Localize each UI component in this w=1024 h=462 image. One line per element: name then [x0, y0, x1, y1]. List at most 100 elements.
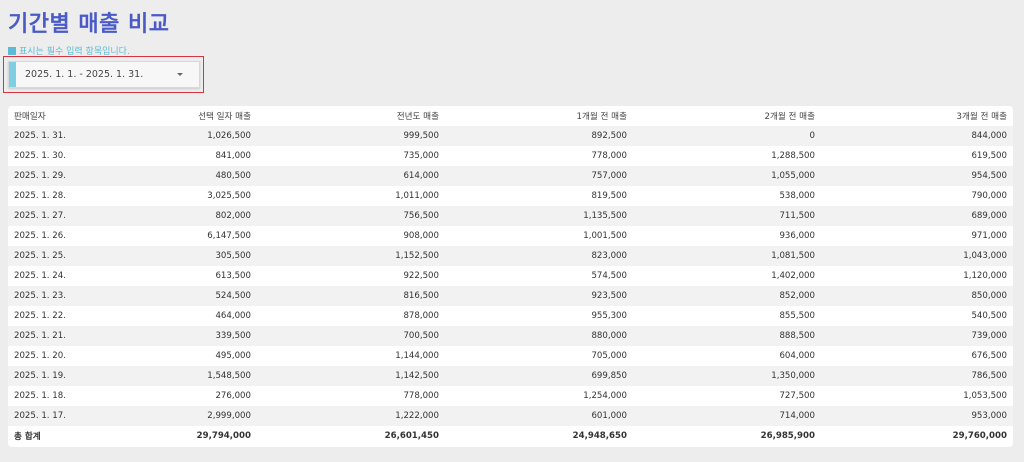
cell-value: 604,000: [633, 346, 821, 366]
cell-value: 1,288,500: [633, 146, 821, 166]
cell-value: 727,500: [633, 386, 821, 406]
cell-value: 852,000: [633, 286, 821, 306]
table-row: 2025. 1. 21. 339,500 700,500 880,000 888,500…: [8, 326, 1013, 346]
cell-value: 1,152,500: [257, 246, 445, 266]
cell-value: 6,147,500: [90, 226, 257, 246]
cell-date: 2025. 1. 20.: [8, 346, 90, 366]
header-3-months-ago-sales[interactable]: 3개월 전 매출: [821, 106, 1013, 126]
total-value: 29,760,000: [821, 426, 1013, 446]
cell-value: 305,500: [90, 246, 257, 266]
total-value: 24,948,650: [445, 426, 633, 446]
cell-value: 855,500: [633, 306, 821, 326]
cell-value: 756,500: [257, 206, 445, 226]
cell-value: 954,500: [821, 166, 1013, 186]
cell-value: 538,000: [633, 186, 821, 206]
cell-value: 888,500: [633, 326, 821, 346]
cell-value: 1,120,000: [821, 266, 1013, 286]
cell-value: 1,043,000: [821, 246, 1013, 266]
cell-value: 495,000: [90, 346, 257, 366]
table-row: 2025. 1. 17. 2,999,000 1,222,000 601,000 714…: [8, 406, 1013, 426]
cell-value: 339,500: [90, 326, 257, 346]
cell-value: 786,500: [821, 366, 1013, 386]
cell-value: 700,500: [257, 326, 445, 346]
cell-value: 1,142,500: [257, 366, 445, 386]
cell-value: 790,000: [821, 186, 1013, 206]
cell-date: 2025. 1. 23.: [8, 286, 90, 306]
cell-value: 908,000: [257, 226, 445, 246]
cell-value: 878,000: [257, 306, 445, 326]
cell-value: 1,001,500: [445, 226, 633, 246]
cell-value: 601,000: [445, 406, 633, 426]
cell-value: 711,500: [633, 206, 821, 226]
cell-value: 3,025,500: [90, 186, 257, 206]
cell-date: 2025. 1. 17.: [8, 406, 90, 426]
cell-value: 524,500: [90, 286, 257, 306]
table-row: 2025. 1. 19. 1,548,500 1,142,500 699,850 1,3…: [8, 366, 1013, 386]
cell-value: 540,500: [821, 306, 1013, 326]
cell-date: 2025. 1. 26.: [8, 226, 90, 246]
table-row: 2025. 1. 25. 305,500 1,152,500 823,000 1,081…: [8, 246, 1013, 266]
chevron-down-icon[interactable]: [177, 73, 183, 76]
cell-value: 1,254,000: [445, 386, 633, 406]
table-row: 2025. 1. 20. 495,000 1,144,000 705,000 604,0…: [8, 346, 1013, 366]
cell-value: 1,222,000: [257, 406, 445, 426]
table-row: 2025. 1. 26. 6,147,500 908,000 1,001,500 936…: [8, 226, 1013, 246]
cell-value: 841,000: [90, 146, 257, 166]
cell-value: 619,500: [821, 146, 1013, 166]
cell-value: 999,500: [257, 126, 445, 146]
cell-date: 2025. 1. 29.: [8, 166, 90, 186]
cell-value: 689,000: [821, 206, 1013, 226]
header-selected-sales[interactable]: 선택 일자 매출: [90, 106, 257, 126]
table-row: 2025. 1. 22. 464,000 878,000 955,300 855,500…: [8, 306, 1013, 326]
sales-comparison-table: 판매일자 선택 일자 매출 전년도 매출 1개월 전 매출 2개월 전 매출 3…: [8, 106, 1013, 447]
total-label: 총 합계: [8, 426, 90, 446]
cell-date: 2025. 1. 24.: [8, 266, 90, 286]
cell-value: 1,081,500: [633, 246, 821, 266]
cell-value: 955,300: [445, 306, 633, 326]
cell-value: 922,500: [257, 266, 445, 286]
cell-value: 735,000: [257, 146, 445, 166]
table-row: 2025. 1. 27. 802,000 756,500 1,135,500 711,5…: [8, 206, 1013, 226]
date-range-picker[interactable]: 2025. 1. 1. - 2025. 1. 31.: [8, 61, 200, 88]
cell-value: 739,000: [821, 326, 1013, 346]
table-row: 2025. 1. 29. 480,500 614,000 757,000 1,055,0…: [8, 166, 1013, 186]
cell-date: 2025. 1. 21.: [8, 326, 90, 346]
total-value: 29,794,000: [90, 426, 257, 446]
cell-value: 816,500: [257, 286, 445, 306]
cell-value: 1,548,500: [90, 366, 257, 386]
table-row: 2025. 1. 28. 3,025,500 1,011,000 819,500 538…: [8, 186, 1013, 206]
table-row: 2025. 1. 23. 524,500 816,500 923,500 852,000…: [8, 286, 1013, 306]
table-row: 2025. 1. 30. 841,000 735,000 778,000 1,288,5…: [8, 146, 1013, 166]
cell-value: 880,000: [445, 326, 633, 346]
cell-value: 1,135,500: [445, 206, 633, 226]
cell-value: 778,000: [445, 146, 633, 166]
header-prev-year-sales[interactable]: 전년도 매출: [257, 106, 445, 126]
cell-value: 778,000: [257, 386, 445, 406]
total-value: 26,601,450: [257, 426, 445, 446]
cell-value: 1,350,000: [633, 366, 821, 386]
header-sale-date[interactable]: 판매일자: [8, 106, 90, 126]
cell-value: 850,000: [821, 286, 1013, 306]
required-marker: [9, 62, 16, 87]
cell-date: 2025. 1. 25.: [8, 246, 90, 266]
cell-value: 2,999,000: [90, 406, 257, 426]
cell-date: 2025. 1. 31.: [8, 126, 90, 146]
cell-value: 757,000: [445, 166, 633, 186]
header-2-months-ago-sales[interactable]: 2개월 전 매출: [633, 106, 821, 126]
cell-value: 802,000: [90, 206, 257, 226]
cell-value: 936,000: [633, 226, 821, 246]
date-range-value: 2025. 1. 1. - 2025. 1. 31.: [25, 69, 144, 80]
cell-value: 714,000: [633, 406, 821, 426]
header-1-month-ago-sales[interactable]: 1개월 전 매출: [445, 106, 633, 126]
cell-date: 2025. 1. 18.: [8, 386, 90, 406]
cell-value: 1,011,000: [257, 186, 445, 206]
cell-value: 0: [633, 126, 821, 146]
cell-value: 844,000: [821, 126, 1013, 146]
cell-value: 1,144,000: [257, 346, 445, 366]
cell-value: 1,055,000: [633, 166, 821, 186]
cell-value: 676,500: [821, 346, 1013, 366]
cell-value: 892,500: [445, 126, 633, 146]
table-row: 2025. 1. 18. 276,000 778,000 1,254,000 727,5…: [8, 386, 1013, 406]
cell-date: 2025. 1. 27.: [8, 206, 90, 226]
table-row: 2025. 1. 31. 1,026,500 999,500 892,500 0 844,…: [8, 126, 1013, 146]
